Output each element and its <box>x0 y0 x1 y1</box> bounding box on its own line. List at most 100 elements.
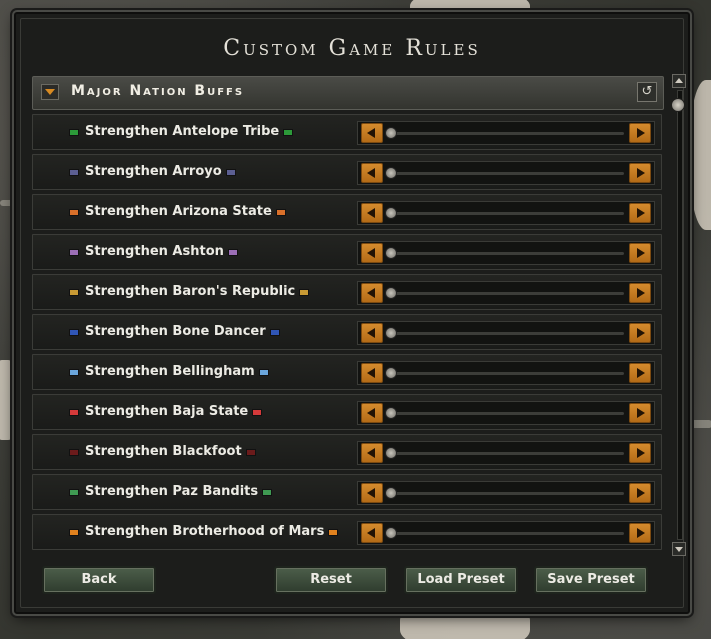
slider-knob[interactable] <box>385 367 397 379</box>
slider-track[interactable] <box>388 332 624 335</box>
arrow-left-icon[interactable] <box>361 283 383 303</box>
arrow-left-icon[interactable] <box>361 123 383 143</box>
arrow-right-icon[interactable] <box>629 443 651 463</box>
load-preset-button[interactable]: Load Preset <box>404 566 518 594</box>
rule-slider[interactable] <box>357 121 655 145</box>
slider-track[interactable] <box>388 492 624 495</box>
slider-knob[interactable] <box>385 327 397 339</box>
slider-track[interactable] <box>388 292 624 295</box>
arrow-left-icon[interactable] <box>361 243 383 263</box>
back-button[interactable]: Back <box>42 566 156 594</box>
slider-knob[interactable] <box>385 207 397 219</box>
scroll-up-icon[interactable] <box>672 74 686 88</box>
scroll-track[interactable] <box>677 90 683 540</box>
flag-icon <box>69 409 79 416</box>
rule-label: Strengthen Paz Bandits <box>85 484 259 499</box>
rule-slider[interactable] <box>357 401 655 425</box>
arrow-left-icon[interactable] <box>361 163 383 183</box>
reset-button[interactable]: Reset <box>274 566 388 594</box>
arrow-left-icon[interactable] <box>361 323 383 343</box>
slider-track[interactable] <box>388 452 624 455</box>
slider-track[interactable] <box>388 532 624 535</box>
slider-knob[interactable] <box>385 247 397 259</box>
rule-row: Strengthen Ashton <box>32 234 662 270</box>
rule-label: Strengthen Arizona State <box>85 204 272 219</box>
rule-row: Strengthen Bone Dancer <box>32 314 662 350</box>
arrow-right-icon[interactable] <box>629 123 651 143</box>
rule-label: Strengthen Baja State <box>85 404 249 419</box>
arrow-right-icon[interactable] <box>629 403 651 423</box>
rule-slider[interactable] <box>357 321 655 345</box>
arrow-left-icon[interactable] <box>361 523 383 543</box>
flag-icon <box>276 209 286 216</box>
arrow-left-icon[interactable] <box>361 363 383 383</box>
slider-knob[interactable] <box>385 527 397 539</box>
slider-track[interactable] <box>388 132 624 135</box>
slider-knob[interactable] <box>385 127 397 139</box>
slider-track[interactable] <box>388 172 624 175</box>
arrow-right-icon[interactable] <box>629 203 651 223</box>
rule-label: Strengthen Ashton <box>85 244 224 259</box>
scroll-down-icon[interactable] <box>672 542 686 556</box>
flag-icon <box>262 489 272 496</box>
rule-slider[interactable] <box>357 281 655 305</box>
flag-icon <box>259 369 269 376</box>
flag-icon <box>283 129 293 136</box>
flag-icon <box>246 449 256 456</box>
slider-knob[interactable] <box>385 287 397 299</box>
flag-icon <box>69 529 79 536</box>
slider-knob[interactable] <box>385 407 397 419</box>
section-title: Major Nation Buffs <box>71 83 245 99</box>
flag-icon <box>69 369 79 376</box>
rule-label: Strengthen Bellingham <box>85 364 255 379</box>
rule-slider[interactable] <box>357 441 655 465</box>
slider-track[interactable] <box>388 372 624 375</box>
map-region <box>690 80 711 230</box>
chevron-down-icon[interactable] <box>41 84 59 100</box>
rule-row: Strengthen Paz Bandits <box>32 474 662 510</box>
scroll-thumb[interactable] <box>671 98 685 112</box>
arrow-left-icon[interactable] <box>361 203 383 223</box>
rule-slider[interactable] <box>357 201 655 225</box>
flag-icon <box>69 449 79 456</box>
reset-icon[interactable]: ↺ <box>637 82 657 102</box>
arrow-right-icon[interactable] <box>629 523 651 543</box>
rule-slider[interactable] <box>357 521 655 545</box>
rule-slider[interactable] <box>357 481 655 505</box>
arrow-right-icon[interactable] <box>629 363 651 383</box>
rule-slider[interactable] <box>357 241 655 265</box>
slider-knob[interactable] <box>385 487 397 499</box>
arrow-right-icon[interactable] <box>629 163 651 183</box>
slider-track[interactable] <box>388 212 624 215</box>
save-preset-button[interactable]: Save Preset <box>534 566 648 594</box>
arrow-right-icon[interactable] <box>629 243 651 263</box>
rule-row: Strengthen Arizona State <box>32 194 662 230</box>
arrow-left-icon[interactable] <box>361 403 383 423</box>
arrow-left-icon[interactable] <box>361 443 383 463</box>
arrow-right-icon[interactable] <box>629 483 651 503</box>
rule-row: Strengthen Brotherhood of Mars <box>32 514 662 550</box>
rule-label: Strengthen Blackfoot <box>85 444 242 459</box>
window-title: Custom Game Rules <box>223 36 481 61</box>
flag-icon <box>252 409 262 416</box>
slider-knob[interactable] <box>385 447 397 459</box>
rule-row: Strengthen Baron's Republic <box>32 274 662 310</box>
arrow-left-icon[interactable] <box>361 483 383 503</box>
section-header[interactable]: Major Nation Buffs ↺ <box>32 76 664 110</box>
arrow-right-icon[interactable] <box>629 283 651 303</box>
rule-row: Strengthen Baja State <box>32 394 662 430</box>
custom-game-rules-window: Custom Game Rules Major Nation Buffs ↺ S… <box>14 12 690 614</box>
slider-track[interactable] <box>388 412 624 415</box>
slider-track[interactable] <box>388 252 624 255</box>
map-road <box>0 200 14 206</box>
scrollbar[interactable] <box>671 74 686 556</box>
arrow-right-icon[interactable] <box>629 323 651 343</box>
flag-icon <box>69 289 79 296</box>
rule-slider[interactable] <box>357 361 655 385</box>
rule-row: Strengthen Arroyo <box>32 154 662 190</box>
rule-label: Strengthen Brotherhood of Mars <box>85 524 325 539</box>
flag-icon <box>226 169 236 176</box>
flag-icon <box>328 529 338 536</box>
rule-slider[interactable] <box>357 161 655 185</box>
slider-knob[interactable] <box>385 167 397 179</box>
